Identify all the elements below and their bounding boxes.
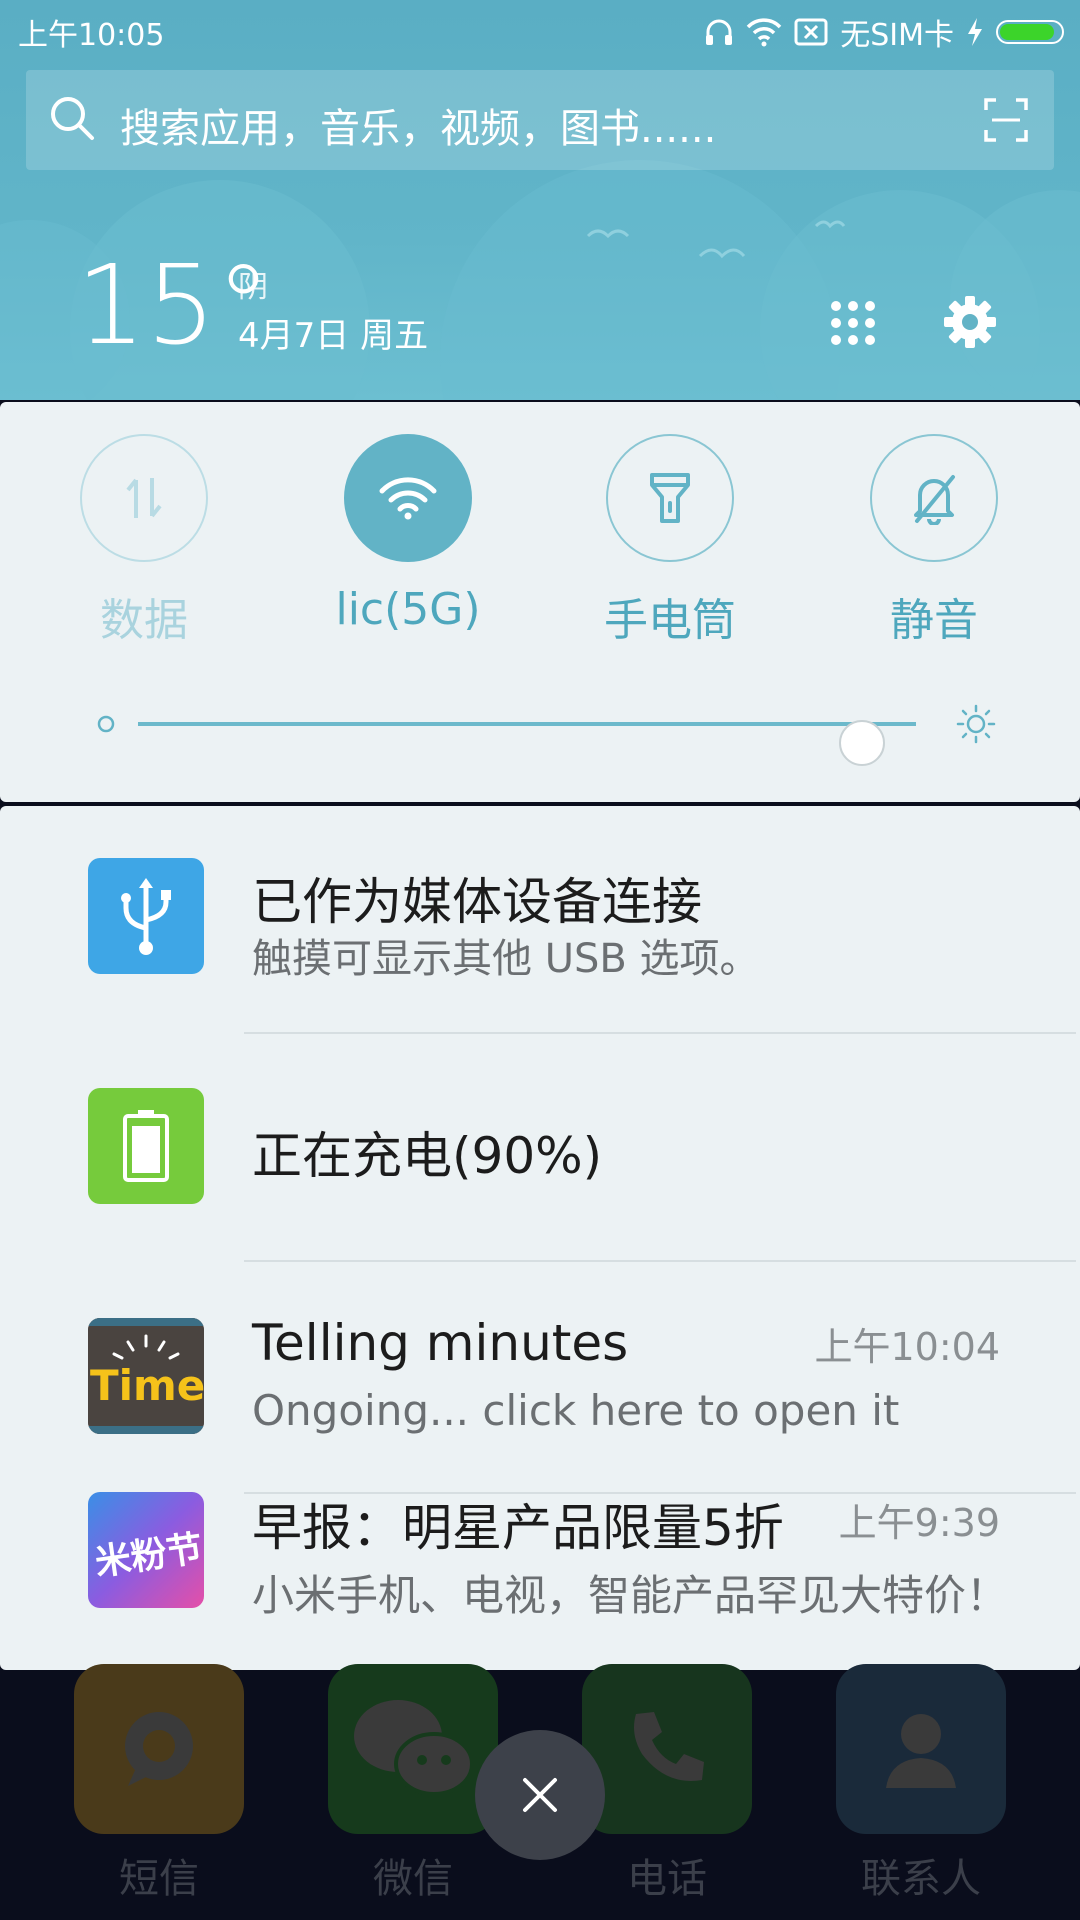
- notification-title: 正在充电(90%): [252, 1127, 603, 1185]
- notification-charging[interactable]: 正在充电(90%): [0, 1034, 1080, 1260]
- flashlight-icon: [650, 473, 690, 523]
- notification-list: 已作为媒体设备连接 触摸可显示其他 USB 选项。 正在充电(90%) Time: [0, 806, 1080, 1670]
- notification-usb[interactable]: 已作为媒体设备连接 触摸可显示其他 USB 选项。: [0, 806, 1080, 1032]
- notification-subtitle: Ongoing... click here to open it: [252, 1386, 900, 1435]
- dock-label: 微信: [373, 1856, 453, 1902]
- search-placeholder: 搜索应用，音乐，视频，图书......: [120, 106, 717, 152]
- usb-icon: [88, 858, 204, 974]
- notification-title: Telling minutes: [252, 1314, 629, 1372]
- dock-label: 电话: [627, 1856, 707, 1902]
- headset-icon: [706, 19, 733, 45]
- bell-mute-icon: [914, 475, 955, 525]
- brightness-low-icon: [97, 715, 115, 733]
- mi-fan-festival-icon: 米粉节: [88, 1492, 204, 1608]
- toggle-circle: [80, 434, 208, 562]
- dock-label: 联系人: [861, 1856, 981, 1902]
- scan-icon[interactable]: [984, 98, 1028, 142]
- charging-bolt-icon: [968, 18, 982, 46]
- notification-telling-minutes[interactable]: Time Telling minutes Ongoing... click he…: [0, 1262, 1080, 1488]
- dock-item-sms[interactable]: 短信: [74, 1664, 244, 1904]
- notification-mi-promo[interactable]: 米粉节 早报：明星产品限量5折 小米手机、电视，智能产品罕见大特价！ 上午9:3…: [0, 1492, 1080, 1670]
- toggle-circle: [606, 434, 734, 562]
- sms-icon: [74, 1664, 244, 1834]
- battery-fill: [1000, 24, 1054, 40]
- date-label[interactable]: 4月7日 周五: [238, 308, 428, 357]
- brightness-track[interactable]: [138, 720, 916, 766]
- wifi-icon: [746, 18, 782, 47]
- close-icon: [523, 1778, 557, 1812]
- grid-icon[interactable]: [828, 298, 878, 348]
- sim-status-text: 无SIM卡: [840, 18, 954, 53]
- data-arrows-icon: [126, 478, 162, 518]
- status-icons: 无SIM卡: [704, 10, 1064, 54]
- dock-label: 短信: [119, 1856, 199, 1902]
- brightness-high-icon: [956, 704, 996, 744]
- search-icon: [51, 97, 94, 140]
- notification-shade-header: 上午10:05 无SIM卡 搜索应用，音乐，视频，图书...... 15° 阴 …: [0, 0, 1080, 400]
- toggle-circle: [870, 434, 998, 562]
- wechat-icon: [328, 1664, 498, 1834]
- status-time: 上午10:05: [18, 18, 165, 53]
- toggle-circle: [344, 434, 472, 562]
- weather-condition: 阴: [238, 270, 268, 305]
- brightness-slider[interactable]: [96, 702, 996, 766]
- notification-subtitle: 小米手机、电视，智能产品罕见大特价！: [252, 1571, 1009, 1620]
- svg-text:米粉节: 米粉节: [93, 1528, 204, 1584]
- time-app-icon: Time: [88, 1318, 204, 1434]
- toggle-mobile-data[interactable]: 数据: [44, 434, 244, 648]
- notification-title: 早报：明星产品限量5折: [252, 1499, 784, 1557]
- search-bar[interactable]: 搜索应用，音乐，视频，图书......: [26, 70, 1054, 170]
- brightness-thumb[interactable]: [838, 720, 885, 766]
- battery-icon: [88, 1088, 204, 1204]
- toggle-silent[interactable]: 静音: [834, 434, 1034, 648]
- wifi-icon: [379, 477, 437, 520]
- notification-time: 上午9:39: [838, 1501, 1000, 1545]
- notification-title: 已作为媒体设备连接: [252, 873, 702, 931]
- notification-subtitle: 触摸可显示其他 USB 选项。: [252, 936, 760, 982]
- dock-item-phone[interactable]: 电话: [582, 1664, 752, 1904]
- dock-item-contacts[interactable]: 联系人: [836, 1664, 1006, 1904]
- toggle-wifi[interactable]: lic(5G): [308, 434, 508, 635]
- notification-time: 上午10:04: [814, 1325, 1000, 1369]
- battery-indicator: [996, 20, 1064, 44]
- no-sim-icon: [794, 18, 828, 46]
- quick-settings-panel: 数据 lic(5G) 手电筒 静音: [0, 402, 1080, 802]
- dock-item-wechat[interactable]: 微信: [328, 1664, 498, 1904]
- svg-text:Time: Time: [90, 1361, 204, 1410]
- clear-notifications-button[interactable]: [475, 1730, 605, 1860]
- toggle-flashlight[interactable]: 手电筒: [570, 434, 770, 648]
- phone-icon: [582, 1664, 752, 1834]
- status-bar: 上午10:05 无SIM卡: [0, 0, 1080, 58]
- contacts-icon: [836, 1664, 1006, 1834]
- toggle-label: 静音: [890, 595, 978, 646]
- toggle-label: 手电筒: [604, 595, 736, 646]
- gear-icon[interactable]: [942, 294, 998, 350]
- toggle-label: lic(5G): [335, 584, 481, 635]
- toggle-label: 数据: [100, 595, 188, 646]
